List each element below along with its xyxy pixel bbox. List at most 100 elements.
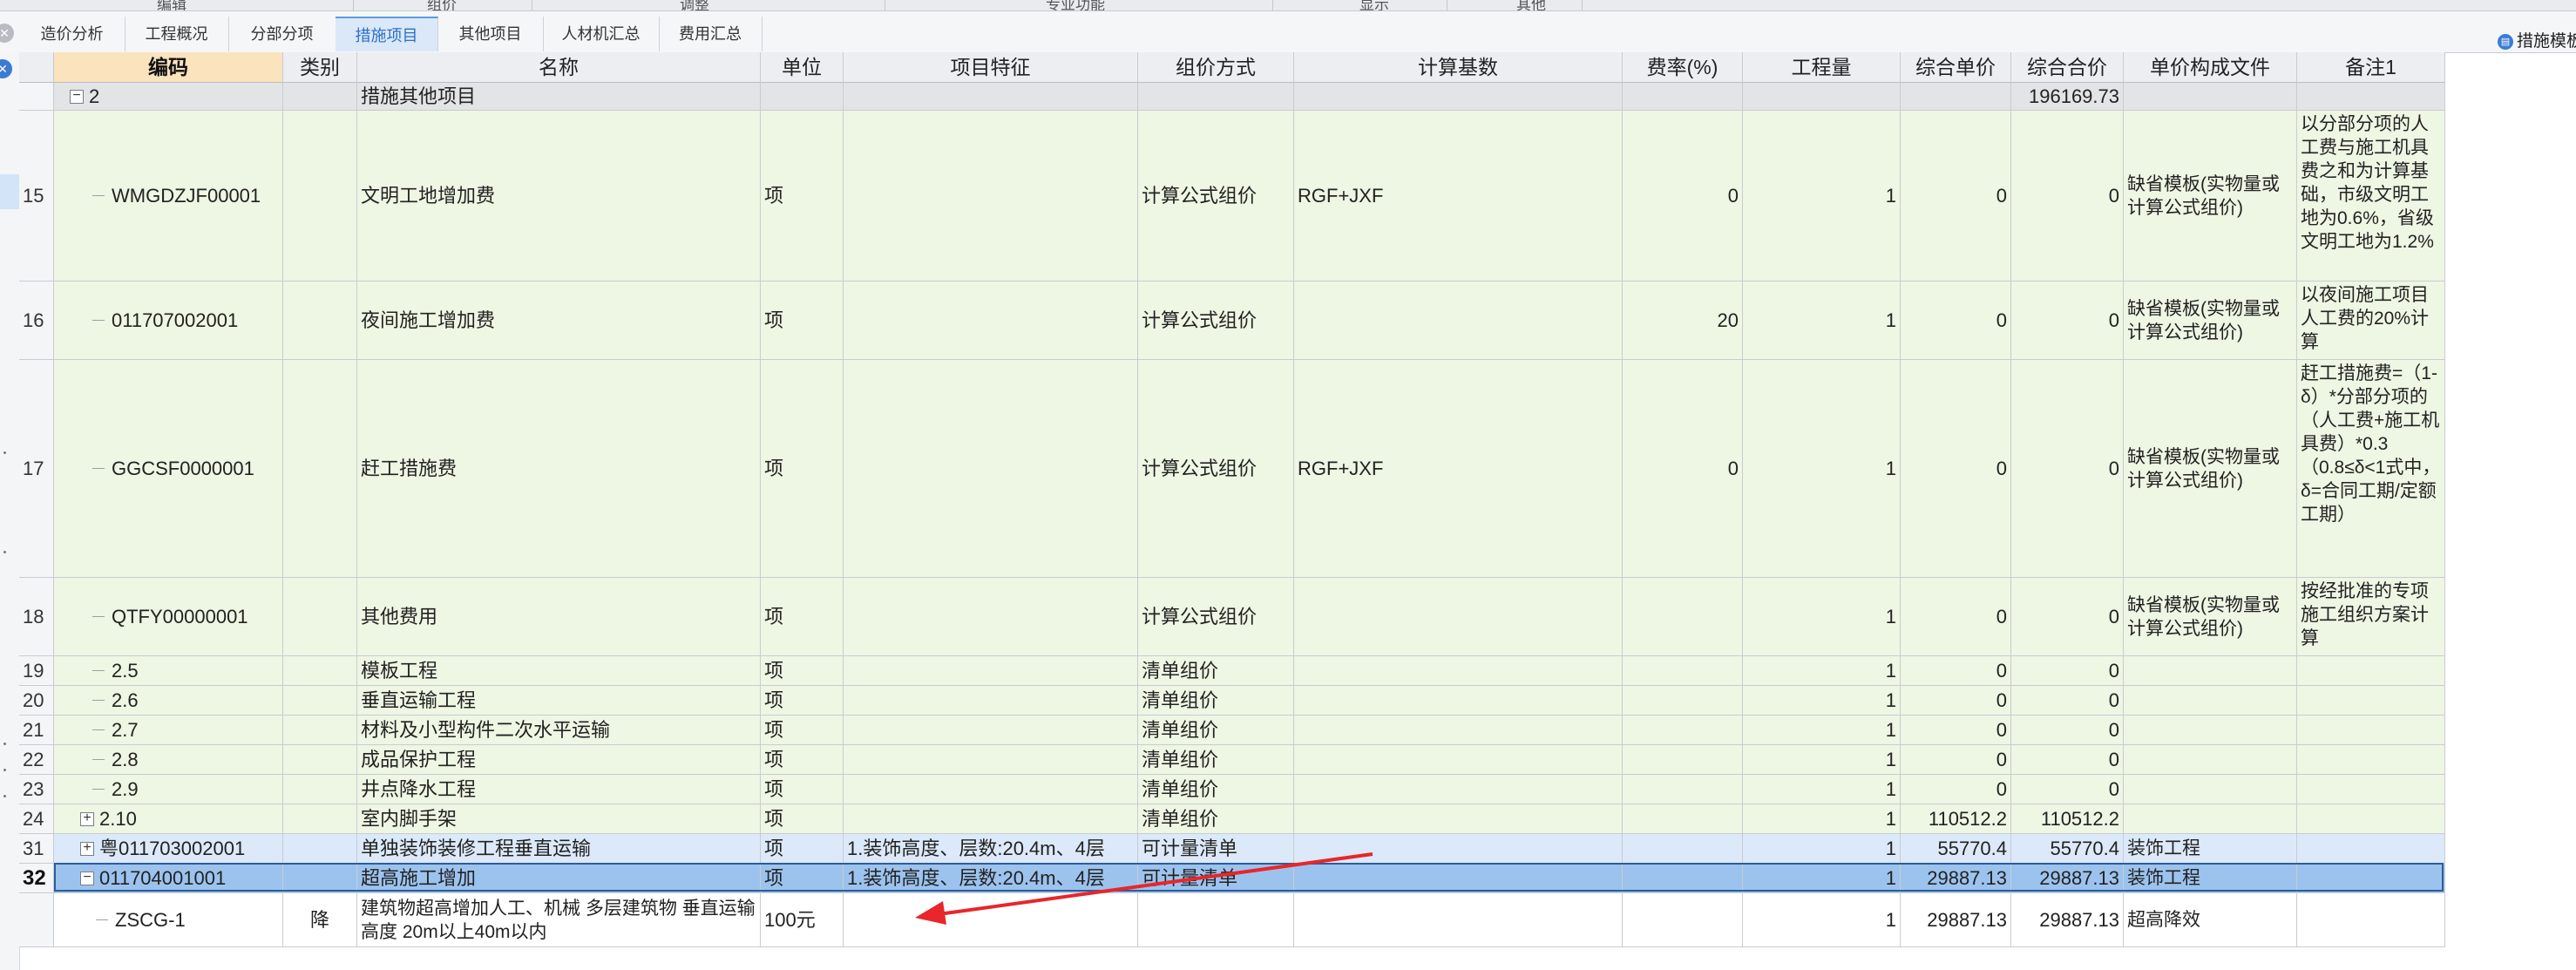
cell-feature: 1.装饰高度、层数:20.4m、4层 bbox=[844, 834, 1138, 864]
cell-qty: 1 bbox=[1743, 716, 1901, 745]
top-menu-item[interactable]: 组价 bbox=[427, 0, 457, 10]
cell-unit: 项 bbox=[761, 578, 844, 656]
cell-code[interactable]: 2.5 bbox=[54, 656, 283, 686]
cell-code[interactable]: + 粤011703002001 bbox=[54, 834, 283, 864]
tab-2[interactable]: 工程概况 bbox=[125, 17, 229, 51]
cell-name[interactable]: 超高施工增加 bbox=[357, 864, 761, 893]
column-header-name[interactable]: 名称 bbox=[357, 52, 761, 83]
cell-method: 清单组价 bbox=[1138, 745, 1294, 775]
cell-code[interactable]: −011704001001 bbox=[54, 864, 283, 893]
cell-rate bbox=[1623, 716, 1743, 745]
cell-name-text: 室内脚手架 bbox=[361, 807, 458, 830]
cell-name[interactable]: 夜间施工增加费 bbox=[357, 282, 761, 360]
expand-icon[interactable]: + bbox=[80, 811, 94, 826]
cell-name[interactable]: 垂直运输工程 bbox=[357, 686, 761, 716]
column-header-base[interactable]: 计算基数 bbox=[1294, 52, 1623, 83]
top-menu-item[interactable]: 显示 bbox=[1359, 0, 1389, 10]
column-header-total[interactable]: 综合合价 bbox=[2011, 52, 2124, 83]
cell-name[interactable]: 文明工地增加费 bbox=[357, 111, 761, 282]
cell-price: 0 bbox=[1901, 686, 2011, 716]
tab-4[interactable]: 措施项目 bbox=[336, 17, 438, 51]
column-header-code[interactable]: 编码 bbox=[54, 52, 283, 83]
column-header-qty[interactable]: 工程量 bbox=[1743, 52, 1901, 83]
cell-template-text: 装饰工程 bbox=[2127, 868, 2200, 888]
cell-remark-text: 按经批准的专项施工组织方案计算 bbox=[2301, 581, 2429, 648]
cell-name[interactable]: 室内脚手架 bbox=[357, 804, 761, 834]
column-header-method[interactable]: 组价方式 bbox=[1138, 52, 1294, 83]
column-header-unit[interactable]: 单位 bbox=[761, 52, 844, 83]
cell-code-text: 2.6 bbox=[112, 688, 139, 711]
cell-rate bbox=[1623, 686, 1743, 716]
close-panel-icon[interactable]: ✕ bbox=[0, 59, 12, 78]
cell-name[interactable]: 成品保护工程 bbox=[357, 745, 761, 775]
column-header-price[interactable]: 综合单价 bbox=[1901, 52, 2011, 83]
cell-code[interactable]: QTFY00000001 bbox=[54, 578, 283, 656]
collapse-icon[interactable]: − bbox=[80, 870, 94, 885]
tab-6[interactable]: 人材机汇总 bbox=[543, 17, 660, 51]
cell-remark bbox=[2297, 893, 2445, 947]
cell-name[interactable]: 其他费用 bbox=[357, 578, 761, 656]
top-menu-item[interactable]: 编辑 bbox=[157, 0, 186, 10]
cell-code[interactable]: WMGDZJF00001 bbox=[54, 111, 283, 282]
row-number: 32 bbox=[19, 864, 54, 893]
expand-icon[interactable]: + bbox=[80, 840, 94, 856]
tab-7[interactable]: 费用汇总 bbox=[659, 17, 763, 51]
row-number: 16 bbox=[19, 282, 54, 360]
cell-code[interactable]: 2.6 bbox=[54, 686, 283, 716]
cell-code[interactable]: −2 bbox=[54, 83, 283, 111]
cell-name-text: 模板工程 bbox=[361, 659, 438, 682]
cell-code[interactable]: 2.8 bbox=[54, 745, 283, 775]
cell-total: 0 bbox=[2011, 775, 2124, 804]
cell-unit: 项 bbox=[761, 282, 844, 360]
cell-total-text: 0 bbox=[2108, 184, 2119, 207]
cell-category bbox=[283, 578, 357, 656]
column-header-remark[interactable]: 备注1 bbox=[2297, 52, 2445, 83]
cell-code[interactable]: 011707002001 bbox=[54, 282, 283, 360]
column-header-category[interactable]: 类别 bbox=[283, 52, 357, 83]
tab-5[interactable]: 其他项目 bbox=[437, 17, 544, 51]
collapse-icon[interactable]: − bbox=[70, 88, 84, 104]
tab-3[interactable]: 分部分项 bbox=[228, 17, 336, 51]
column-header-rate[interactable]: 费率(%) bbox=[1623, 52, 1743, 83]
column-header-template[interactable]: 单价构成文件 bbox=[2124, 52, 2297, 83]
cell-feature bbox=[844, 83, 1138, 111]
cell-code[interactable]: GGCSF0000001 bbox=[54, 360, 283, 578]
cell-price: 0 bbox=[1901, 775, 2011, 804]
cell-code[interactable]: 2.9 bbox=[54, 775, 283, 804]
cell-name[interactable]: 单独装饰装修工程垂直运输 bbox=[357, 834, 761, 864]
row-number bbox=[19, 893, 54, 947]
tab-1[interactable]: 造价分析 bbox=[19, 17, 125, 51]
cell-template: 缺省模板(实物量或计算公式组价) bbox=[2124, 578, 2297, 656]
cell-name[interactable]: 措施其他项目 bbox=[357, 83, 761, 111]
cell-code[interactable]: ZSCG-1 bbox=[54, 893, 283, 947]
measure-template-button[interactable]: ▤ 措施模板 bbox=[2498, 31, 2576, 53]
cell-qty: 1 bbox=[1743, 578, 1901, 656]
cell-remark-text: 以分部分项的人工费与施工机具费之和为计算基础，市级文明工地为0.6%，省级文明工… bbox=[2301, 114, 2434, 252]
cell-remark-text: 以夜间施工项目人工费的20%计算 bbox=[2301, 285, 2430, 352]
cell-name[interactable]: 赶工措施费 bbox=[357, 360, 761, 578]
cell-total: 0 bbox=[2011, 111, 2124, 282]
cell-code[interactable]: +2.10 bbox=[54, 804, 283, 834]
cell-name-text: 材料及小型构件二次水平运输 bbox=[361, 718, 611, 741]
cell-name[interactable]: 模板工程 bbox=[357, 656, 761, 686]
cell-qty: 1 bbox=[1743, 282, 1901, 360]
cell-name[interactable]: 建筑物超高增加人工、机械 多层建筑物 垂直运输高度 20m以上40m以内 bbox=[357, 893, 761, 947]
cell-unit-text: 项 bbox=[764, 807, 784, 830]
side-dot bbox=[3, 551, 6, 553]
cell-rate bbox=[1623, 804, 1743, 834]
cell-qty: 1 bbox=[1743, 656, 1901, 686]
cell-category bbox=[283, 775, 357, 804]
top-menu-item[interactable]: 其他 bbox=[1516, 0, 1546, 10]
cell-name[interactable]: 材料及小型构件二次水平运输 bbox=[357, 716, 761, 745]
column-header-feature[interactable]: 项目特征 bbox=[844, 52, 1138, 83]
top-menu-separator bbox=[1582, 0, 1583, 10]
cell-qty: 1 bbox=[1743, 834, 1901, 864]
close-icon[interactable]: ✕ bbox=[0, 24, 14, 43]
cell-base bbox=[1294, 775, 1623, 804]
cell-name[interactable]: 井点降水工程 bbox=[357, 775, 761, 804]
row-number: 31 bbox=[19, 834, 54, 864]
cell-qty-text: 1 bbox=[1885, 457, 1896, 479]
top-menu-item[interactable]: 专业功能 bbox=[1046, 0, 1105, 10]
cell-code[interactable]: 2.7 bbox=[54, 716, 283, 745]
top-menu-item[interactable]: 调整 bbox=[680, 0, 709, 10]
